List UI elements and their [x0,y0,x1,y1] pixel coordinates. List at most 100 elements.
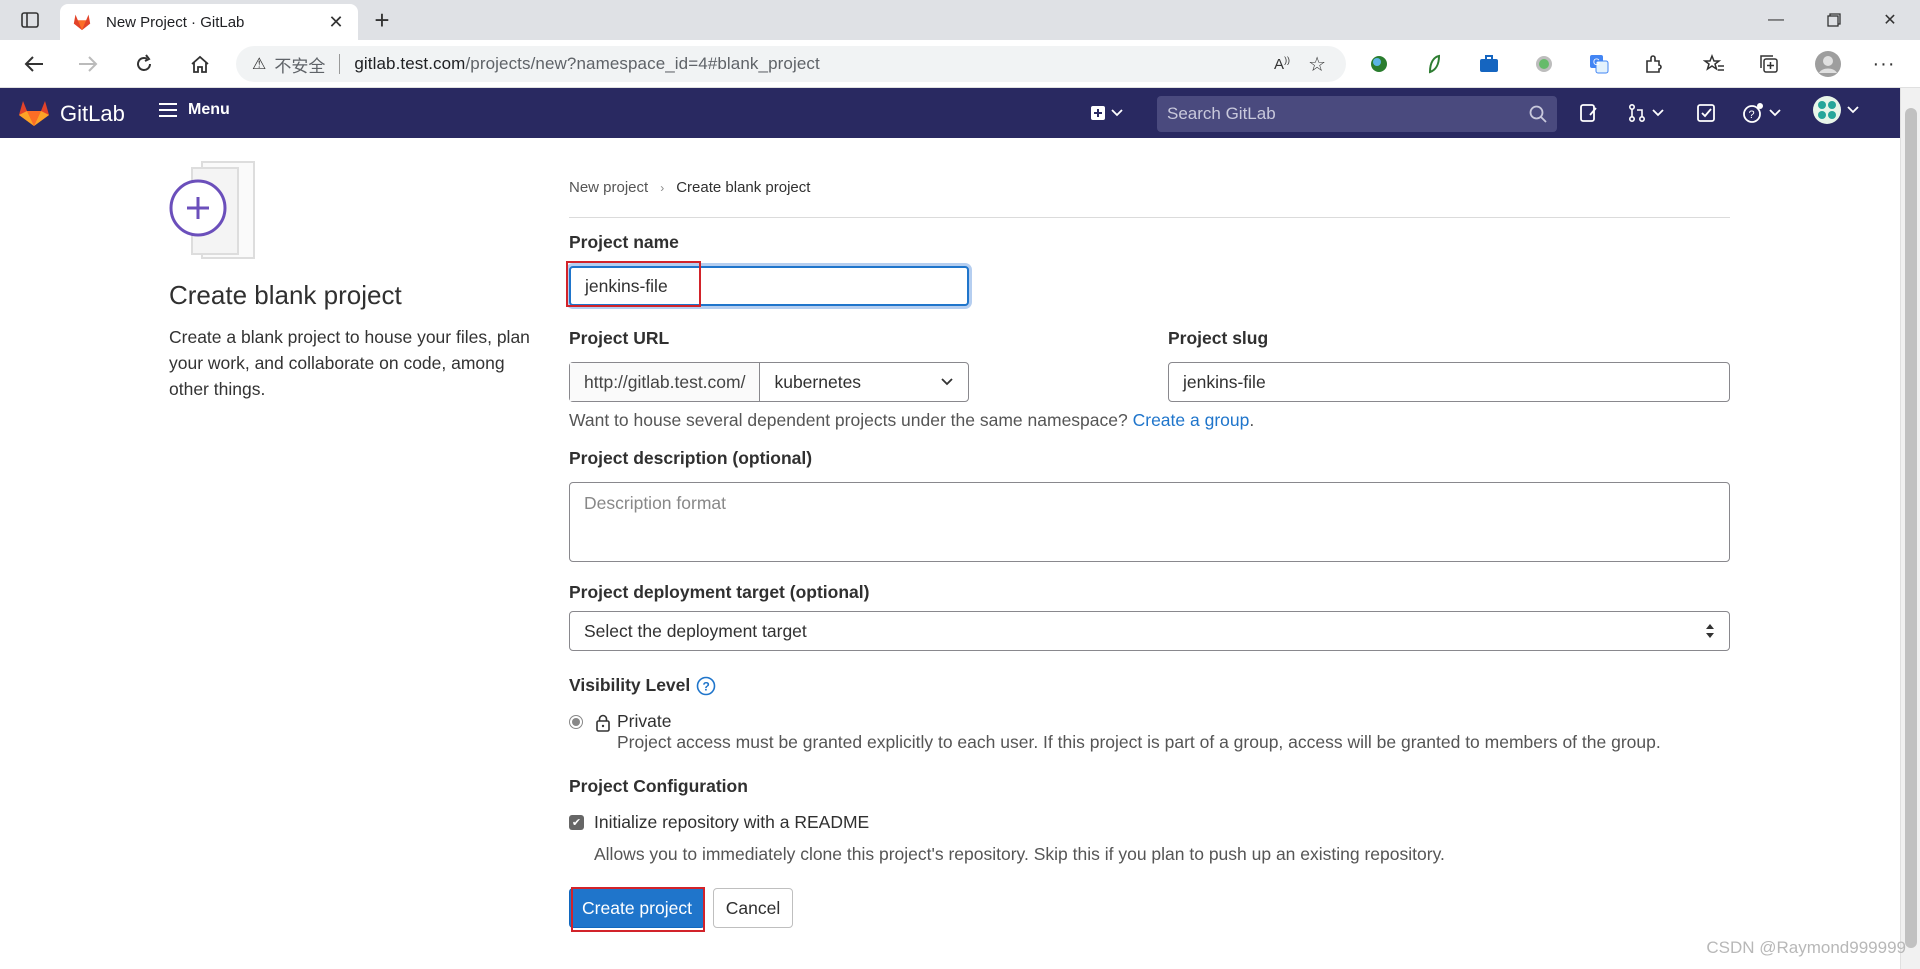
blank-project-illustration [169,161,255,259]
readme-description: Allows you to immediately clone this pro… [594,844,1445,864]
readme-checkbox[interactable]: ✔ [569,815,584,830]
gitlab-top-bar: GitLab Menu ? [0,88,1900,138]
url-text: gitlab.test.com/projects/new?namespace_i… [354,54,819,74]
url-path: /projects/new?namespace_id=4#blank_proje… [465,54,820,73]
breadcrumb-new-project[interactable]: New project [569,179,648,196]
namespace-select[interactable]: kubernetes [760,363,968,401]
private-radio[interactable] [569,715,583,729]
plus-square-icon [1091,106,1105,120]
read-aloud-icon[interactable]: A)) [1274,55,1290,73]
merge-requests-dropdown[interactable] [1627,101,1665,125]
project-slug-value: jenkins-file [1183,371,1266,392]
add-favorite-icon[interactable]: ☆ [1308,52,1326,77]
chevron-down-icon [1769,109,1781,117]
intro-text: Create a blank project to house your fil… [169,327,530,399]
namespace-hint: Want to house several dependent projects… [569,410,1255,430]
highlight-box-name [566,261,701,307]
user-avatar-icon [1813,96,1841,124]
project-slug-label: Project slug [1168,328,1269,348]
project-url-group: http://gitlab.test.com/ kubernetes [569,362,969,402]
back-icon[interactable] [18,50,50,78]
private-description: Project access must be granted explicitl… [617,732,1661,752]
svg-text:?: ? [1749,109,1755,121]
namespace-value: kubernetes [774,371,862,392]
chevron-down-icon [1652,109,1664,117]
browser-tab-active[interactable]: New Project · GitLab ✕ [60,4,358,40]
url-field[interactable]: ⚠ 不安全 gitlab.test.com/projects/new?names… [236,46,1346,82]
warning-icon: ⚠ [252,56,267,73]
scrollbar-thumb[interactable] [1905,108,1917,948]
user-menu-dropdown[interactable] [1812,96,1860,124]
chevron-down-icon [1111,109,1123,117]
watermark: CSDN @Raymond999999 [1706,938,1906,957]
project-slug-input[interactable]: jenkins-file [1168,362,1730,402]
tab-close-icon[interactable]: ✕ [326,12,346,32]
cancel-button[interactable]: Cancel [713,888,793,928]
create-group-link[interactable]: Create a group [1133,410,1250,430]
tab-actions-icon[interactable] [14,8,46,32]
favorites-icon[interactable] [1702,52,1726,76]
profile-avatar-icon[interactable] [1814,50,1842,78]
gitlab-favicon-icon [73,14,91,31]
project-url-label: Project URL [569,328,670,348]
help-circle-icon[interactable]: ? [696,676,716,696]
briefcase-extension-icon[interactable] [1477,52,1501,76]
extensions-puzzle-icon[interactable] [1642,52,1666,76]
svg-text:?: ? [703,679,710,693]
merge-request-icon [1628,103,1646,123]
home-icon[interactable] [184,50,216,78]
issues-icon[interactable] [1579,101,1599,125]
gitlab-logo-icon[interactable] [18,99,50,127]
collections-icon[interactable] [1757,52,1781,76]
search-icon[interactable] [1529,105,1547,123]
namespace-hint-text: Want to house several dependent projects… [569,410,1128,430]
chevron-down-icon [1847,106,1859,114]
url-separator [339,54,341,74]
help-icon: ? [1743,103,1763,123]
leaf-extension-icon[interactable] [1422,52,1446,76]
restore-icon[interactable] [1806,0,1862,40]
visibility-label: Visibility Level [569,675,691,695]
visibility-private-option[interactable]: Private Project access must be granted e… [569,711,1661,753]
deploy-target-select[interactable]: Select the deployment target [569,611,1730,651]
todo-icon[interactable] [1696,101,1716,125]
new-item-dropdown[interactable] [1090,101,1124,125]
lock-icon [596,714,610,732]
menu-label: Menu [188,101,230,118]
config-label: Project Configuration [569,776,748,796]
select-arrows-icon [1706,624,1714,638]
gitlab-brand[interactable]: GitLab [60,101,125,127]
window-close-icon[interactable]: ✕ [1862,0,1918,40]
address-bar-row: ⚠ 不安全 gitlab.test.com/projects/new?names… [0,40,1920,88]
readme-label[interactable]: Initialize repository with a README [594,812,869,833]
globe-extension-icon[interactable] [1367,52,1391,76]
menu-button[interactable]: Menu [158,101,230,119]
url-host: gitlab.test.com [354,54,466,73]
help-dropdown[interactable]: ? [1742,101,1782,125]
deploy-target-value: Select the deployment target [584,620,807,641]
breadcrumb: New project › Create blank project [569,179,810,196]
forward-icon[interactable] [72,50,104,78]
browser-more-icon[interactable]: ··· [1872,52,1896,76]
chevron-down-icon [941,378,953,386]
browser-tab-bar: New Project · GitLab ✕ + — ✕ [0,0,1920,40]
breadcrumb-chevron-icon: › [660,180,665,195]
breadcrumb-divider [569,217,1730,218]
minimize-icon[interactable]: — [1748,0,1804,40]
circle-extension-icon[interactable] [1532,52,1556,76]
description-placeholder: Description format [584,493,726,513]
description-textarea[interactable]: Description format [569,482,1730,562]
reload-icon[interactable] [128,50,160,78]
new-tab-button[interactable]: + [368,7,396,33]
hamburger-icon [159,103,177,117]
search-box[interactable] [1157,96,1557,132]
intro-title: Create blank project [169,280,402,310]
project-name-label: Project name [569,232,679,252]
page-scrollbar[interactable] [1900,88,1920,969]
breadcrumb-current: Create blank project [676,179,811,196]
translate-extension-icon[interactable]: G [1587,52,1611,76]
security-label: 不安全 [274,56,326,76]
url-prefix: http://gitlab.test.com/ [570,363,761,401]
search-input[interactable] [1167,104,1529,124]
deploy-target-label: Project deployment target (optional) [569,582,870,602]
